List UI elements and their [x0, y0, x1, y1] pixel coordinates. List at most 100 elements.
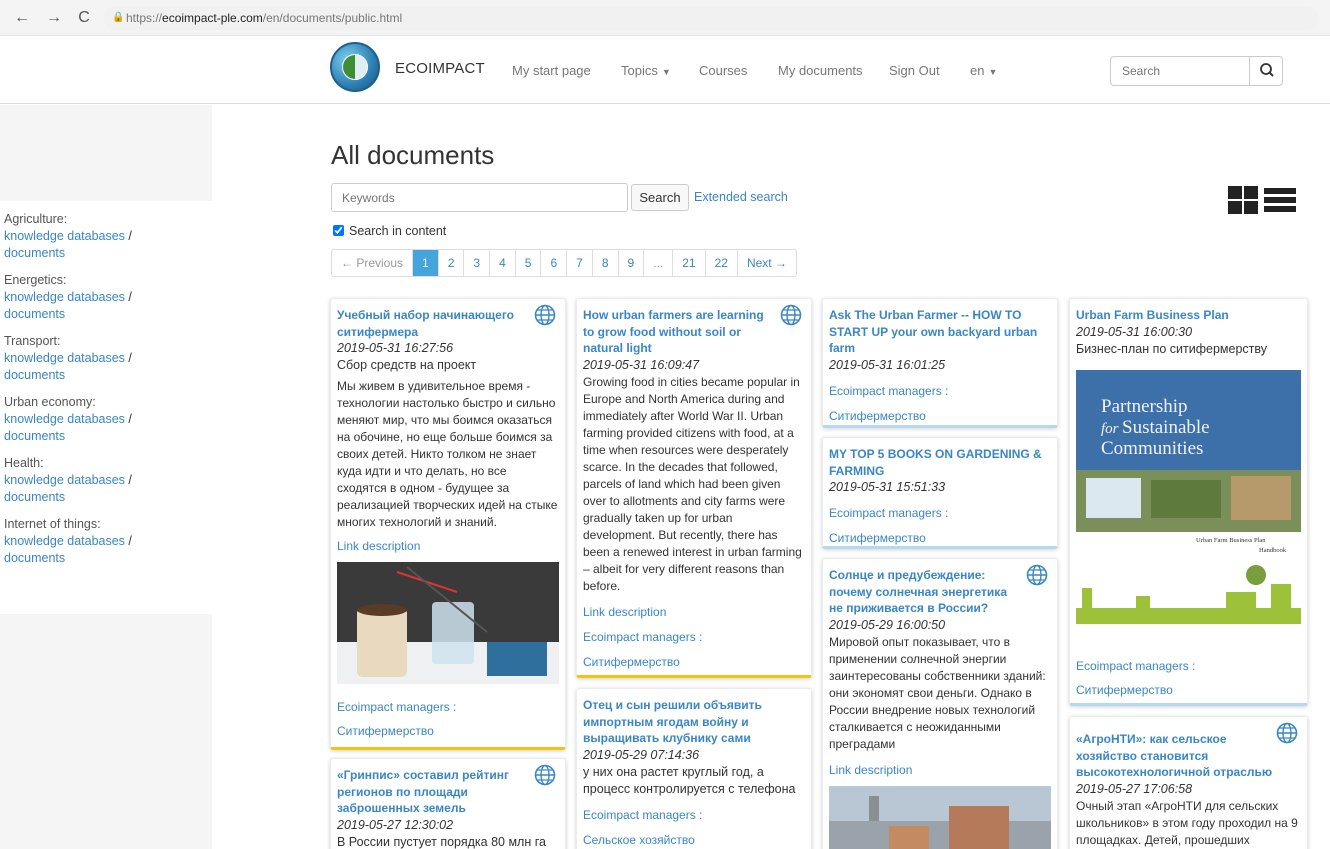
nav-sign-out[interactable]: Sign Out [889, 63, 940, 78]
documents-link[interactable]: documents [4, 307, 65, 321]
document-title[interactable]: «АгроНТИ»: как сельское хозяйство станов… [1076, 731, 1301, 781]
document-card[interactable]: Учебный набор начинающего ситифермера 20… [330, 298, 566, 750]
managers-link[interactable]: Ecoimpact managers : [337, 699, 559, 715]
page-2[interactable]: 2 [439, 250, 465, 276]
browser-toolbar: ← → C 🔒 https://ecoimpact-ple.com/en/doc… [0, 0, 1330, 36]
document-card[interactable]: Отец и сын решили объявить импортным яго… [576, 688, 812, 849]
knowledge-databases-link[interactable]: knowledge databases [4, 290, 125, 304]
search-in-content-option[interactable]: Search in content [333, 224, 446, 238]
document-card[interactable]: Urban Farm Business Plan 2019-05-31 16:0… [1069, 298, 1308, 706]
link-description[interactable]: Link description [829, 762, 1051, 778]
document-title[interactable]: Urban Farm Business Plan [1076, 307, 1301, 324]
document-title[interactable]: Отец и сын решили объявить импортным яго… [583, 697, 805, 747]
documents-link[interactable]: documents [4, 368, 65, 382]
document-thumbnail[interactable] [829, 785, 1051, 849]
nav-topics[interactable]: Topics ▼ [621, 63, 671, 78]
documents-link[interactable]: documents [4, 246, 65, 260]
document-description: Очный этап «АгроНТИ для сельских школьни… [1076, 798, 1298, 847]
page-7[interactable]: 7 [567, 250, 593, 276]
search-in-content-checkbox[interactable] [333, 225, 344, 236]
site-search-input[interactable] [1110, 56, 1250, 86]
document-title[interactable]: Ask The Urban Farmer -- HOW TO START UP … [829, 307, 1051, 357]
document-date: 2019-05-31 16:01:25 [829, 357, 946, 372]
tag-link[interactable]: Ситифермерство [1076, 682, 1301, 698]
page-4[interactable]: 4 [490, 250, 516, 276]
knowledge-databases-link[interactable]: knowledge databases [4, 534, 125, 548]
document-subtitle: Бизнес-план по ситифермерству [1076, 341, 1267, 356]
knowledge-databases-link[interactable]: knowledge databases [4, 351, 125, 365]
page-21[interactable]: 21 [673, 250, 706, 276]
globe-icon[interactable] [534, 764, 556, 786]
document-card[interactable]: How urban farmers are learning to grow f… [576, 298, 812, 678]
document-card[interactable]: Ask The Urban Farmer -- HOW TO START UP … [822, 298, 1058, 428]
site-search-button[interactable] [1249, 56, 1283, 86]
back-icon[interactable]: ← [12, 8, 32, 28]
nav-language[interactable]: en ▼ [970, 63, 997, 78]
document-card[interactable]: «АгроНТИ»: как сельское хозяйство станов… [1069, 716, 1308, 849]
page-8[interactable]: 8 [593, 250, 619, 276]
document-card[interactable]: Солнце и предубеждение: почему солнечная… [822, 558, 1058, 849]
page-6[interactable]: 6 [541, 250, 568, 276]
url-prefix: https:// [126, 11, 163, 25]
document-thumbnail[interactable] [337, 562, 559, 684]
document-title[interactable]: Солнце и предубеждение: почему солнечная… [829, 567, 1051, 617]
globe-icon[interactable] [1276, 722, 1298, 744]
nav-courses[interactable]: Courses [699, 63, 747, 78]
knowledge-databases-link[interactable]: knowledge databases [4, 412, 125, 426]
managers-link[interactable]: Ecoimpact managers : [829, 505, 1051, 521]
document-subtitle: у них она растет круглый год, а процесс … [583, 764, 796, 796]
tag-link[interactable]: Ситифермерство [583, 654, 805, 670]
keywords-search-button[interactable]: Search [631, 184, 689, 211]
nav-my-start-page[interactable]: My start page [512, 63, 591, 78]
category-transport: Transport: knowledge databases / documen… [4, 333, 212, 384]
tag-link[interactable]: Ситифермерство [829, 408, 1051, 424]
document-title[interactable]: How urban farmers are learning to grow f… [583, 307, 805, 357]
page-previous[interactable]: ← Previous [332, 250, 414, 276]
address-bar[interactable]: 🔒 https://ecoimpact-ple.com/en/documents… [104, 6, 1319, 30]
page-5[interactable]: 5 [516, 250, 542, 276]
globe-icon[interactable] [1026, 564, 1048, 586]
managers-link[interactable]: Ecoimpact managers : [583, 629, 805, 645]
globe-icon[interactable] [534, 304, 556, 326]
knowledge-databases-link[interactable]: knowledge databases [4, 229, 125, 243]
category-agriculture: Agriculture: knowledge databases / docum… [4, 211, 212, 262]
document-thumbnail[interactable]: Partnership for Sustainable Communities … [1076, 369, 1301, 652]
page-3[interactable]: 3 [464, 250, 491, 276]
document-title[interactable]: MY TOP 5 BOOKS ON GARDENING & FARMING [829, 446, 1051, 479]
category-health: Health: knowledge databases / documents [4, 455, 212, 506]
tag-link[interactable]: Сельское хозяйство [583, 832, 805, 848]
document-date: 2019-05-31 16:00:30 [1076, 324, 1193, 339]
keywords-input[interactable] [331, 183, 628, 212]
document-card[interactable]: «Гринпис» составил рейтинг регионов по п… [330, 758, 566, 849]
page-1[interactable]: 1 [413, 250, 439, 276]
documents-link[interactable]: documents [4, 429, 65, 443]
reload-icon[interactable]: C [74, 8, 94, 28]
list-view-icon[interactable] [1264, 185, 1296, 215]
brand-name[interactable]: ECOIMPACT [395, 60, 485, 77]
globe-icon[interactable] [780, 304, 802, 326]
link-description[interactable]: Link description [583, 604, 805, 620]
documents-link[interactable]: documents [4, 551, 65, 565]
page-9[interactable]: 9 [619, 250, 645, 276]
page-22[interactable]: 22 [706, 250, 738, 276]
knowledge-databases-link[interactable]: knowledge databases [4, 473, 125, 487]
link-description[interactable]: Link description [337, 538, 559, 554]
extended-search-link[interactable]: Extended search [694, 190, 788, 204]
search-icon [1260, 63, 1274, 77]
category-name: Health: [4, 456, 44, 470]
managers-link[interactable]: Ecoimpact managers : [829, 383, 1051, 399]
document-title[interactable]: Учебный набор начинающего ситифермера [337, 307, 559, 340]
document-card[interactable]: MY TOP 5 BOOKS ON GARDENING & FARMING 20… [822, 437, 1058, 549]
managers-link[interactable]: Ecoimpact managers : [583, 807, 805, 823]
grid-view-icon[interactable] [1227, 185, 1259, 215]
documents-link[interactable]: documents [4, 490, 65, 504]
document-title[interactable]: «Гринпис» составил рейтинг регионов по п… [337, 767, 559, 817]
ecoimpact-logo[interactable] [330, 42, 380, 92]
search-in-content-label: Search in content [349, 224, 447, 238]
managers-link[interactable]: Ecoimpact managers : [1076, 658, 1301, 674]
tag-link[interactable]: Ситифермерство [829, 530, 1051, 546]
page-next[interactable]: Next → [738, 250, 796, 276]
tag-link[interactable]: Ситифермерство [337, 723, 559, 739]
nav-my-documents[interactable]: My documents [778, 63, 863, 78]
forward-icon[interactable]: → [44, 8, 64, 28]
